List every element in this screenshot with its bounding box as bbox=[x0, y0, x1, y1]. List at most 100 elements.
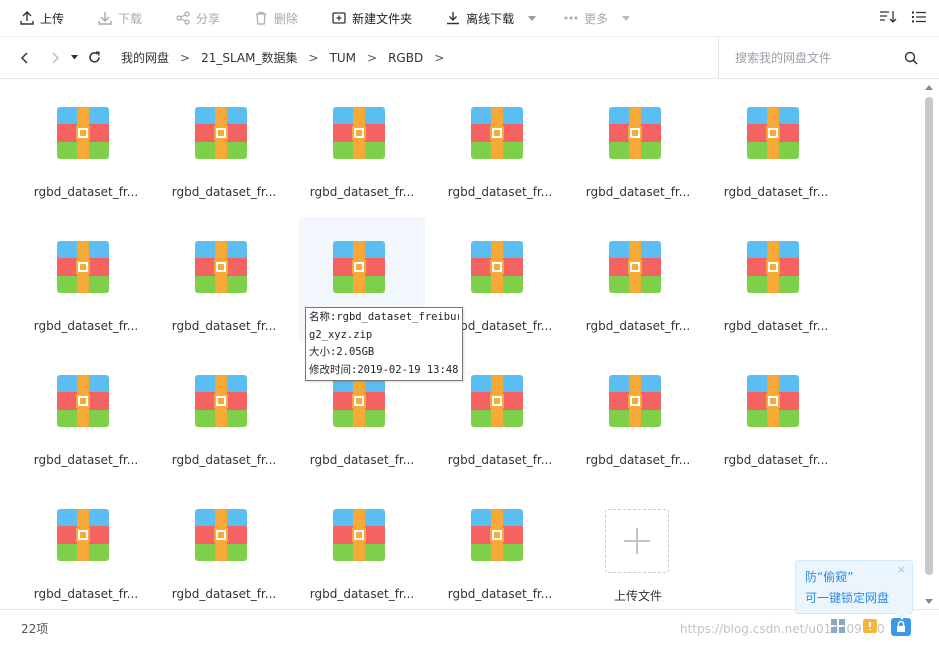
file-tile[interactable]: rgbd_dataset_fr... bbox=[161, 83, 287, 209]
zip-archive-icon bbox=[333, 509, 385, 561]
zip-archive-icon bbox=[747, 375, 799, 427]
file-tile[interactable]: rgbd_dataset_fr... bbox=[575, 351, 701, 477]
zip-archive-icon bbox=[57, 107, 109, 159]
file-name: rgbd_dataset_fr... bbox=[723, 453, 829, 467]
new-folder-button[interactable]: 新建文件夹 bbox=[322, 0, 422, 36]
file-name: rgbd_dataset_fr... bbox=[171, 185, 277, 199]
download-button[interactable]: 下载 bbox=[88, 0, 152, 36]
breadcrumb-item-my-drive[interactable]: 我的网盘 bbox=[114, 49, 176, 66]
scroll-thumb[interactable] bbox=[925, 97, 933, 575]
tray-bell-icon[interactable] bbox=[862, 618, 878, 634]
file-tile[interactable]: rgbd_dataset_fr... bbox=[23, 83, 149, 209]
file-name: rgbd_dataset_fr... bbox=[585, 185, 691, 199]
file-tooltip: 名称:rgbd_dataset_freibur g2_xyz.zip 大小:2.… bbox=[305, 307, 463, 381]
toolbar: 上传 下载 分享 删除 新建文件夹 离线下载 更多 bbox=[0, 0, 939, 37]
new-folder-icon bbox=[332, 11, 346, 25]
search-icon[interactable] bbox=[904, 50, 918, 69]
file-tile[interactable]: rgbd_dataset_fr... bbox=[23, 217, 149, 343]
search-input[interactable] bbox=[733, 49, 907, 66]
file-tile[interactable]: rgbd_dataset_fr... bbox=[161, 351, 287, 477]
offline-download-button[interactable]: 离线下载 bbox=[436, 0, 546, 36]
file-name: rgbd_dataset_fr... bbox=[171, 453, 277, 467]
file-name: rgbd_dataset_fr... bbox=[447, 587, 553, 601]
plus-icon bbox=[605, 509, 669, 573]
zip-archive-icon bbox=[195, 375, 247, 427]
offline-download-icon bbox=[446, 11, 460, 25]
file-tile[interactable]: rgbd_dataset_fr... bbox=[161, 217, 287, 343]
file-tile[interactable]: rgbd_dataset_fr... bbox=[713, 351, 839, 477]
history-dropdown-button[interactable] bbox=[68, 46, 80, 70]
more-dots-icon bbox=[564, 11, 578, 25]
forward-button[interactable] bbox=[44, 46, 68, 70]
chevron-down-icon bbox=[622, 11, 631, 25]
search-box bbox=[718, 37, 939, 78]
new-folder-label: 新建文件夹 bbox=[352, 11, 413, 26]
sort-icon[interactable] bbox=[879, 9, 897, 28]
tray-grid-icon[interactable] bbox=[830, 618, 846, 634]
status-bar: 22项 https://blog.csdn.net/u014709760 bbox=[0, 609, 939, 648]
tooltip-name-line: 名称:rgbd_dataset_freibur bbox=[309, 311, 459, 323]
promo-link[interactable]: 可一键锁定网盘 bbox=[805, 589, 889, 606]
zip-archive-icon bbox=[471, 241, 523, 293]
zip-archive-icon bbox=[747, 241, 799, 293]
watermark-text: https://blog.csdn.net/u014709760 bbox=[680, 622, 885, 636]
file-tile[interactable]: rgbd_dataset_fr... bbox=[437, 485, 563, 609]
file-name: rgbd_dataset_fr... bbox=[33, 587, 139, 601]
download-label: 下载 bbox=[118, 11, 143, 26]
zip-archive-icon bbox=[471, 107, 523, 159]
breadcrumb: 我的网盘 > 21_SLAM_数据集 > TUM > RGBD > bbox=[114, 49, 448, 66]
file-tile[interactable]: rgbd_dataset_fr... bbox=[575, 83, 701, 209]
file-name: rgbd_dataset_fr... bbox=[585, 319, 691, 333]
file-name: rgbd_dataset_fr... bbox=[33, 319, 139, 333]
list-view-icon[interactable] bbox=[911, 9, 927, 28]
share-label: 分享 bbox=[196, 11, 221, 26]
upload-file-tile[interactable]: 上传文件 bbox=[575, 485, 701, 609]
more-label: 更多 bbox=[584, 11, 609, 26]
zip-archive-icon bbox=[333, 375, 385, 427]
share-button[interactable]: 分享 bbox=[166, 0, 230, 36]
breadcrumb-item-rgbd[interactable]: RGBD bbox=[381, 51, 430, 65]
zip-archive-icon bbox=[747, 107, 799, 159]
scroll-up-arrow-icon[interactable] bbox=[924, 83, 934, 91]
file-name: rgbd_dataset_fr... bbox=[723, 185, 829, 199]
file-name: rgbd_dataset_fr... bbox=[447, 453, 553, 467]
upload-file-label: 上传文件 bbox=[613, 589, 662, 603]
back-button[interactable] bbox=[12, 46, 36, 70]
breadcrumb-item-slam-dataset[interactable]: 21_SLAM_数据集 bbox=[194, 49, 304, 66]
breadcrumb-separator: > bbox=[180, 50, 191, 65]
file-tile[interactable]: rgbd_dataset_fr... bbox=[23, 351, 149, 477]
file-tile[interactable]: rgbd_dataset_fr... bbox=[161, 485, 287, 609]
file-tile[interactable]: rgbd_dataset_fr... bbox=[713, 83, 839, 209]
breadcrumb-separator: > bbox=[434, 50, 445, 65]
file-tile[interactable]: rgbd_dataset_fr... bbox=[575, 217, 701, 343]
tooltip-name-line-cont: g2_xyz.zip bbox=[309, 328, 373, 341]
breadcrumb-separator: > bbox=[308, 50, 319, 65]
zip-archive-icon bbox=[333, 107, 385, 159]
delete-button[interactable]: 删除 bbox=[244, 0, 308, 36]
file-tile[interactable]: rgbd_dataset_fr... bbox=[713, 217, 839, 343]
file-tile[interactable]: rgbd_dataset_fr... bbox=[23, 485, 149, 609]
tray-lock-icon[interactable] bbox=[891, 618, 911, 636]
lock-promo-popup[interactable]: 防“偷窥” 可一键锁定网盘 × bbox=[795, 560, 913, 620]
file-tile[interactable]: rgbd_dataset_fr... bbox=[437, 83, 563, 209]
more-button[interactable]: 更多 bbox=[554, 0, 640, 36]
zip-archive-icon bbox=[471, 509, 523, 561]
upload-button[interactable]: 上传 bbox=[10, 0, 74, 36]
refresh-button[interactable] bbox=[82, 46, 106, 70]
tooltip-modified-line: 修改时间:2019-02-19 13:48 bbox=[309, 363, 459, 376]
close-icon[interactable]: × bbox=[897, 563, 906, 576]
item-count: 22项 bbox=[21, 622, 49, 636]
file-tile[interactable]: rgbd_dataset_fr... bbox=[299, 485, 425, 609]
file-name: rgbd_dataset_fr... bbox=[171, 319, 277, 333]
scroll-down-arrow-icon[interactable] bbox=[924, 597, 934, 605]
file-name: rgbd_dataset_fr... bbox=[171, 587, 277, 601]
vertical-scrollbar[interactable] bbox=[921, 79, 939, 609]
file-name: rgbd_dataset_fr... bbox=[585, 453, 691, 467]
file-name: rgbd_dataset_fr... bbox=[33, 453, 139, 467]
file-tile[interactable]: rgbd_dataset_fr... bbox=[299, 83, 425, 209]
upload-label: 上传 bbox=[40, 11, 65, 26]
delete-label: 删除 bbox=[274, 11, 299, 26]
zip-archive-icon bbox=[195, 241, 247, 293]
breadcrumb-item-tum[interactable]: TUM bbox=[323, 51, 363, 65]
file-name: rgbd_dataset_fr... bbox=[447, 185, 553, 199]
